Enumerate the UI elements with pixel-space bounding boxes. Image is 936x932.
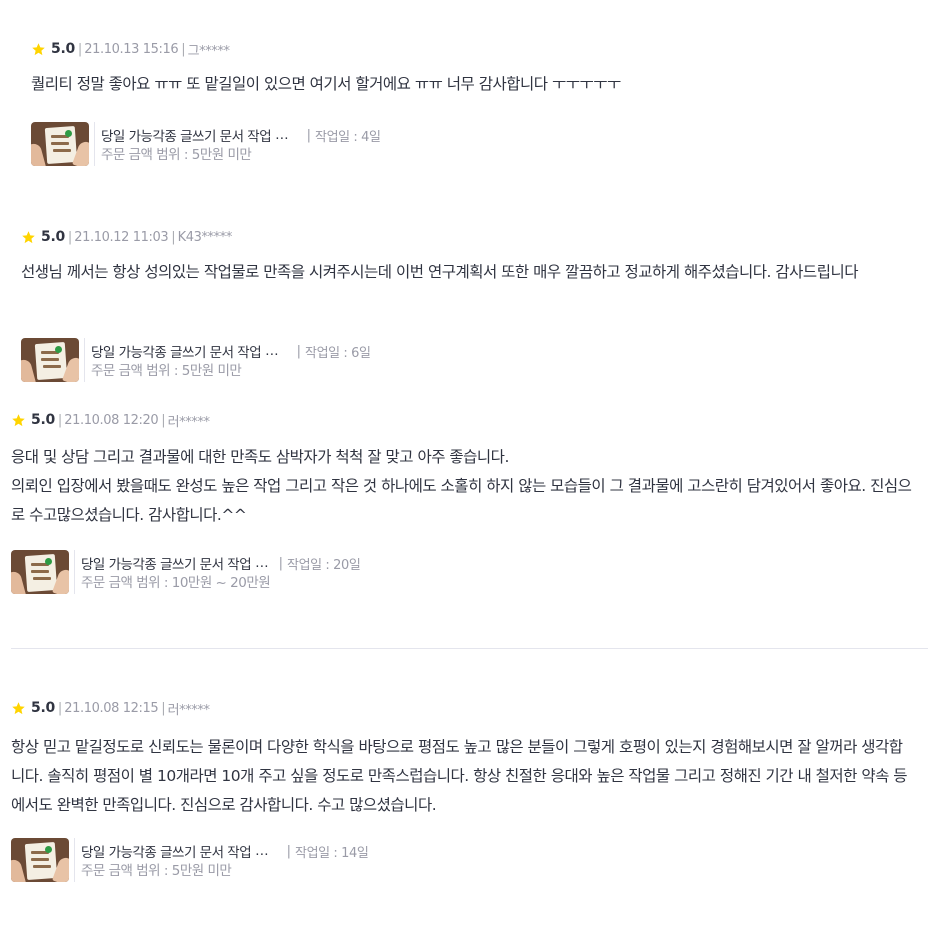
service-separator: | xyxy=(306,127,312,143)
service-divider xyxy=(84,338,85,382)
meta-separator: | xyxy=(57,412,63,428)
review-score: 5.0 xyxy=(51,41,75,57)
service-work-days: 작업일 : 6일 xyxy=(305,345,371,361)
service-title-ellipsis: … xyxy=(255,843,269,859)
review-item: 5.0 | 21.10.12 11:03 | K43***** 선생님 께서는 … xyxy=(21,228,911,287)
service-separator: | xyxy=(296,343,302,359)
review-user: 러***** xyxy=(167,702,210,718)
service-price-range: 주문 금액 범위 : 5만원 미만 xyxy=(81,863,232,879)
review-user: 러***** xyxy=(167,414,210,430)
service-title[interactable]: 당일 가능각종 글쓰기 문서 작업 xyxy=(101,125,272,145)
service-card[interactable]: 당일 가능각종 글쓰기 문서 작업 … | 작업일 : 6일 주문 금액 범위 … xyxy=(21,338,371,382)
meta-separator: | xyxy=(181,41,186,57)
service-thumbnail[interactable] xyxy=(11,550,69,594)
service-thumbnail[interactable] xyxy=(31,122,89,166)
star-icon xyxy=(31,42,46,57)
service-title-ellipsis: … xyxy=(275,127,289,143)
review-date: 21.10.08 12:15 xyxy=(64,700,159,716)
review-score: 5.0 xyxy=(41,229,65,245)
review-score: 5.0 xyxy=(31,412,55,428)
service-work-days: 작업일 : 14일 xyxy=(295,845,369,861)
review-date: 21.10.08 12:20 xyxy=(64,412,159,428)
meta-separator: | xyxy=(57,700,63,716)
service-price-range: 주문 금액 범위 : 5만원 미만 xyxy=(101,147,252,163)
review-user: K43***** xyxy=(177,229,233,245)
service-card[interactable]: 당일 가능각종 글쓰기 문서 작업 … | 작업일 : 4일 주문 금액 범위 … xyxy=(31,122,381,166)
service-separator: | xyxy=(286,843,292,859)
review-meta: 5.0 | 21.10.13 15:16 | 그***** xyxy=(31,40,911,59)
service-work-days: 작업일 : 4일 xyxy=(315,129,381,145)
review-meta: 5.0 | 21.10.08 12:15 | 러***** xyxy=(11,699,916,718)
meta-separator: | xyxy=(161,700,166,716)
review-meta: 5.0 | 21.10.08 12:20 | 러***** xyxy=(11,411,916,430)
review-text: 항상 믿고 맡길정도로 신뢰도는 물론이며 다양한 학식을 바탕으로 평점도 높… xyxy=(11,738,908,814)
service-title[interactable]: 당일 가능각종 글쓰기 문서 작업 xyxy=(81,553,252,573)
meta-separator: | xyxy=(171,229,176,245)
review-score: 5.0 xyxy=(31,700,55,716)
service-title-ellipsis: … xyxy=(265,343,279,359)
review-divider xyxy=(11,648,928,649)
review-date: 21.10.13 15:16 xyxy=(84,41,179,57)
service-thumbnail[interactable] xyxy=(21,338,79,382)
review-item: 5.0 | 21.10.13 15:16 | 그***** 퀄리티 정말 좋아요… xyxy=(31,40,911,99)
review-user: 그***** xyxy=(187,43,230,59)
service-title-ellipsis: … xyxy=(255,555,269,571)
service-title[interactable]: 당일 가능각종 글쓰기 문서 작업 xyxy=(91,341,262,361)
meta-separator: | xyxy=(77,41,83,57)
meta-separator: | xyxy=(67,229,73,245)
meta-separator: | xyxy=(161,412,166,428)
service-divider xyxy=(94,122,95,166)
star-icon xyxy=(21,230,36,245)
review-item: 5.0 | 21.10.08 12:15 | 러***** 항상 믿고 맡길정도… xyxy=(11,699,916,820)
service-thumbnail[interactable] xyxy=(11,838,69,882)
review-text: 퀄리티 정말 좋아요 ㅠㅠ 또 맡길일이 있으면 여기서 할거에요 ㅠㅠ 너무 … xyxy=(31,75,621,93)
review-item: 5.0 | 21.10.08 12:20 | 러***** 응대 및 상담 그리… xyxy=(11,411,916,530)
service-card[interactable]: 당일 가능각종 글쓰기 문서 작업 … | 작업일 : 20일 주문 금액 범위… xyxy=(11,550,361,594)
service-card[interactable]: 당일 가능각종 글쓰기 문서 작업 … | 작업일 : 14일 주문 금액 범위… xyxy=(11,838,369,882)
review-meta: 5.0 | 21.10.12 11:03 | K43***** xyxy=(21,228,911,246)
service-divider xyxy=(74,838,75,882)
star-icon xyxy=(11,701,26,716)
star-icon xyxy=(11,413,26,428)
service-separator: | xyxy=(278,555,284,571)
review-text: 응대 및 상담 그리고 결과물에 대한 만족도 삼박자가 척척 잘 맞고 아주 … xyxy=(11,448,912,524)
review-text: 선생님 께서는 항상 성의있는 작업물로 만족을 시켜주시는데 이번 연구계획서… xyxy=(21,263,858,281)
review-date: 21.10.12 11:03 xyxy=(74,229,169,245)
service-work-days: 작업일 : 20일 xyxy=(287,557,361,573)
service-divider xyxy=(74,550,75,594)
service-price-range: 주문 금액 범위 : 10만원 ~ 20만원 xyxy=(81,575,271,591)
service-title[interactable]: 당일 가능각종 글쓰기 문서 작업 xyxy=(81,841,252,861)
service-price-range: 주문 금액 범위 : 5만원 미만 xyxy=(91,363,242,379)
